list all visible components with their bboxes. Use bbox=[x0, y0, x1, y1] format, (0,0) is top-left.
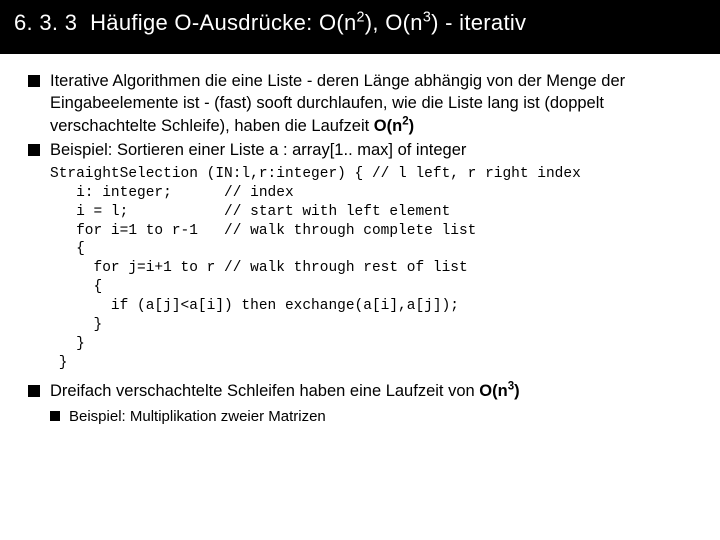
bullet-text: Beispiel: Sortieren einer Liste a : arra… bbox=[50, 139, 692, 161]
square-bullet-icon bbox=[28, 144, 40, 156]
slide-title: 6. 3. 3 Häufige O-Ausdrücke: O(n2), O(n3… bbox=[0, 0, 720, 54]
slide-body: Iterative Algorithmen die eine Liste - d… bbox=[0, 54, 720, 427]
title-exp2: 3 bbox=[423, 10, 431, 26]
title-mid: ), O(n bbox=[365, 10, 423, 35]
title-post: ) - iterativ bbox=[431, 10, 526, 35]
square-bullet-icon bbox=[50, 411, 60, 421]
sub-bullet-text: Beispiel: Multiplikation zweier Matrizen bbox=[69, 407, 326, 427]
bullet-text: Iterative Algorithmen die eine Liste - d… bbox=[50, 70, 692, 137]
code-block: StraightSelection (IN:l,r:integer) { // … bbox=[50, 165, 692, 372]
sub-bullet-item: Beispiel: Multiplikation zweier Matrizen bbox=[50, 407, 692, 427]
bullet-item: Beispiel: Sortieren einer Liste a : arra… bbox=[28, 139, 692, 161]
bullet-item: Dreifach verschachtelte Schleifen haben … bbox=[28, 380, 692, 402]
bullet-item: Iterative Algorithmen die eine Liste - d… bbox=[28, 70, 692, 137]
title-pre: Häufige O-Ausdrücke: O(n bbox=[90, 10, 356, 35]
square-bullet-icon bbox=[28, 385, 40, 397]
title-exp1: 2 bbox=[357, 10, 365, 26]
square-bullet-icon bbox=[28, 75, 40, 87]
section-number: 6. 3. 3 bbox=[14, 10, 77, 35]
bullet-text: Dreifach verschachtelte Schleifen haben … bbox=[50, 380, 692, 402]
